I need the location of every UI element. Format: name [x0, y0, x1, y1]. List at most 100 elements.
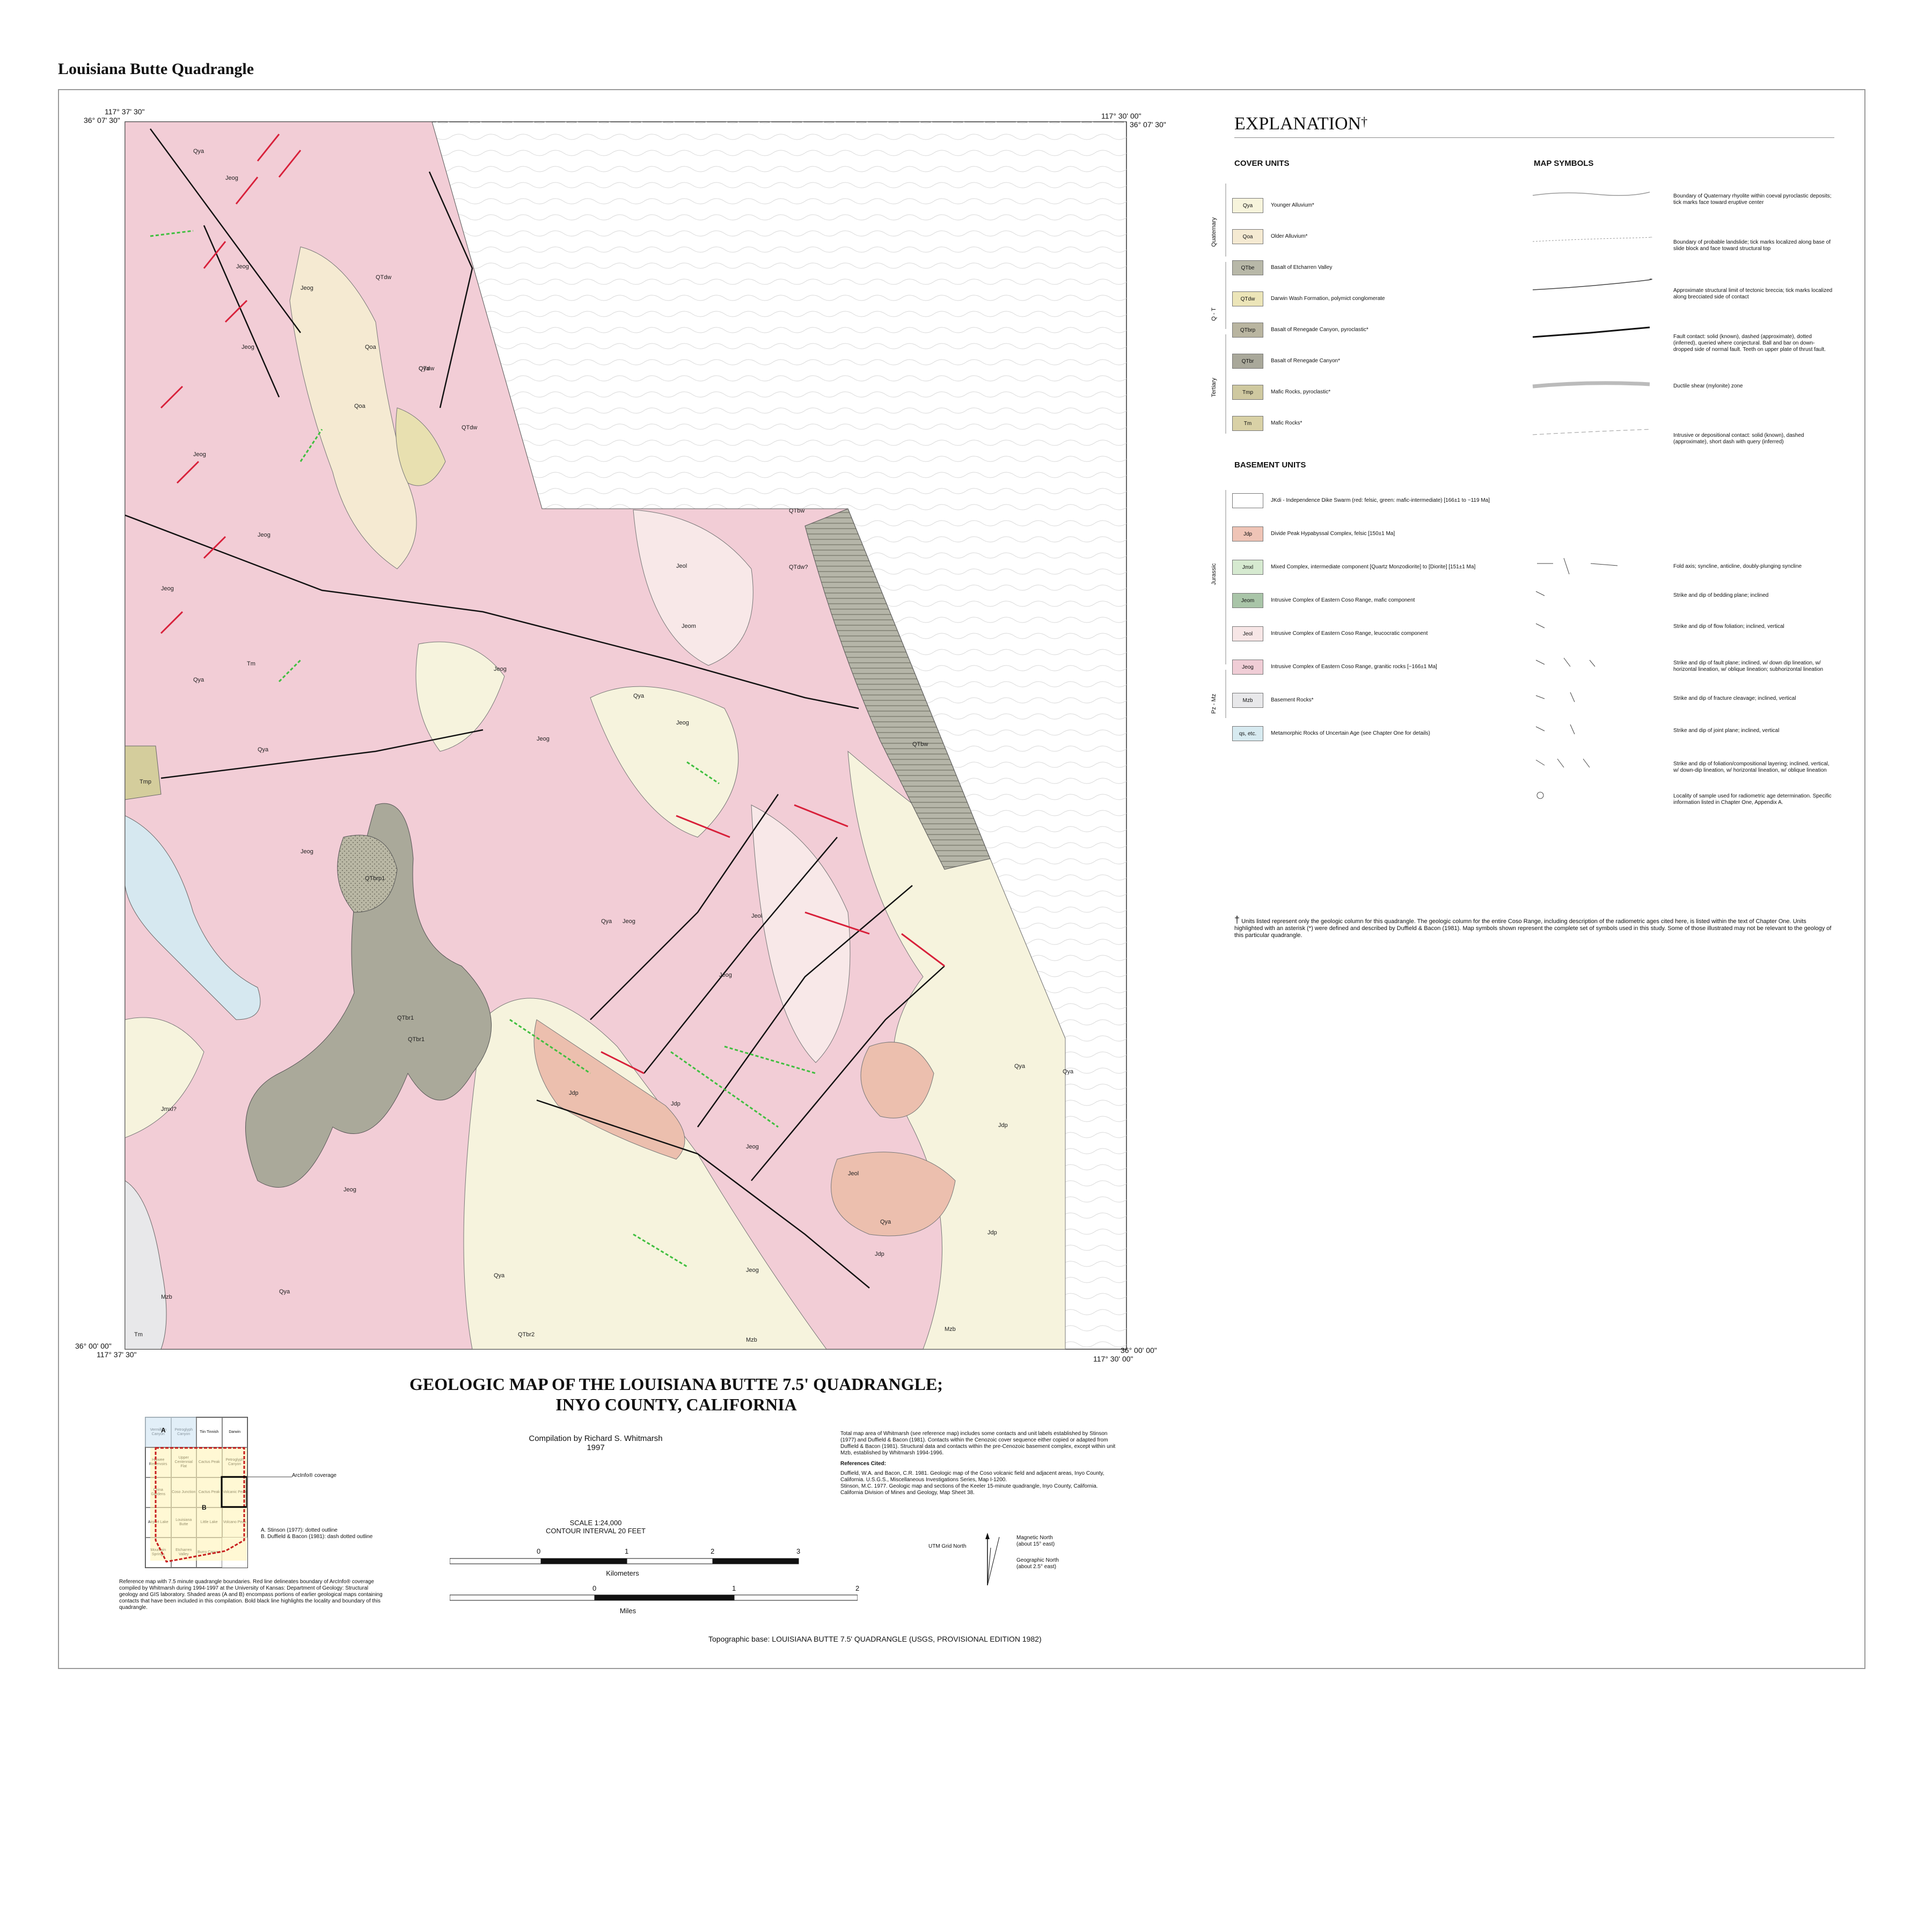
map-unit-label: Mzb: [945, 1326, 956, 1333]
basement-unit-swatch: Jdp: [1232, 526, 1263, 541]
magnetic-north-label: Magnetic North (about 15° east): [1016, 1535, 1055, 1548]
mi-tick-2: 2: [855, 1584, 860, 1592]
cover-unit-swatch: Qya: [1232, 198, 1263, 213]
basement-unit-swatch: Jeom: [1232, 593, 1263, 608]
basement-unit-row: Jeol Intrusive Complex of Eastern Coso Ra…: [1232, 617, 1522, 650]
basement-unit-description: Mixed Complex, intermediate component [Q…: [1271, 564, 1476, 570]
map-unit-label: Jeog: [343, 1187, 356, 1193]
basement-unit-row: Mzb Basement Rocks*: [1232, 684, 1522, 717]
map-unit-label: Qya: [193, 677, 204, 683]
map-title-line1: GEOLOGIC MAP OF THE LOUISIANA BUTTE 7.5'…: [409, 1374, 943, 1394]
scale-ratio: SCALE 1:24,000: [569, 1519, 622, 1527]
references-header: References Cited:: [840, 1461, 887, 1467]
basement-unit-swatch: Jmxl: [1232, 560, 1263, 575]
map-unit-label: Jeog: [494, 666, 507, 672]
basement-unit-description: Basement Rocks*: [1271, 697, 1314, 703]
coord-top-left-lat: 36° 07' 30": [84, 116, 120, 125]
map-unit-label: Tmp: [140, 779, 151, 785]
ref-label-a: A: [161, 1426, 166, 1434]
compilation-block: Compilation by Richard S. Whitmarsh 1997: [515, 1434, 676, 1452]
cover-units-header: COVER UNITS: [1234, 159, 1290, 168]
map-symbol-description: Intrusive or depositional contact: solid…: [1673, 433, 1804, 445]
map-symbol-description: Approximate structural limit of tectonic…: [1673, 288, 1833, 300]
cover-unit-description: Mafic Rocks, pyroclastic*: [1271, 389, 1331, 395]
basement-unit-row: Jmxl Mixed Complex, intermediate componen…: [1232, 551, 1522, 584]
mi-label: Miles: [619, 1607, 636, 1615]
contour-interval: CONTOUR INTERVAL 20 FEET: [546, 1527, 646, 1535]
arcinfo-coverage-label: ArcInfo® coverage: [292, 1473, 336, 1479]
map-unit-label: Jeog: [623, 918, 635, 925]
topographic-base-note: Topographic base: LOUISIANA BUTTE 7.5' Q…: [708, 1635, 1042, 1643]
basement-unit-description: Divide Peak Hypabyssal Complex, felsic […: [1271, 531, 1395, 537]
basement-unit-row: Jdp Divide Peak Hypabyssal Complex, felsi…: [1232, 517, 1522, 551]
map-symbol-description: Strike and dip of fracture cleavage; inc…: [1673, 696, 1796, 701]
cover-units-list: Qya Younger Alluvium* Qoa Older Alluvium* QT…: [1232, 190, 1522, 439]
reference-map-overlay: [145, 1417, 247, 1563]
title-block: GEOLOGIC MAP OF THE LOUISIANA BUTTE 7.5'…: [301, 1374, 1052, 1415]
map-unit-label: Jeog: [236, 264, 249, 270]
basement-unit-swatch: Jeol: [1232, 626, 1263, 641]
map-symbols-header: MAP SYMBOLS: [1534, 159, 1594, 168]
basement-unit-row: qs, etc. Metamorphic Rocks of Uncertain A…: [1232, 717, 1522, 750]
map-unit-label: Jeog: [746, 1144, 759, 1150]
map-unit-label: Qoa: [354, 403, 366, 409]
map-unit-label: Jeog: [301, 285, 313, 291]
km-tick-0: 0: [537, 1547, 541, 1555]
map-unit-label: Jeog: [746, 1267, 759, 1274]
map-unit-label: QTdw: [462, 425, 477, 431]
map-unit-label: QTbrp1: [365, 875, 385, 882]
map-unit-label: QTbw: [912, 741, 928, 748]
coord-bottom-left-lat: 36° 00' 00": [75, 1342, 112, 1350]
cover-unit-description: Darwin Wash Formation, polymict conglome…: [1271, 296, 1385, 302]
explanation-title: EXPLANATION: [1234, 114, 1362, 134]
basement-unit-description: Intrusive Complex of Eastern Coso Range,…: [1271, 664, 1437, 670]
map-unit-label: Jdp: [875, 1251, 884, 1257]
cover-unit-swatch: Qoa: [1232, 229, 1263, 244]
map-unit-label: Jeol: [848, 1170, 859, 1177]
map-unit-label: QTbr1: [397, 1015, 414, 1021]
cover-unit-swatch: QTbrp: [1232, 323, 1263, 338]
compilation-notes: Total map area of Whitmarsh (see referen…: [840, 1431, 1119, 1496]
map-unit-label: Jdp: [569, 1090, 579, 1096]
age-pz-mz: Pz - Mz: [1211, 693, 1217, 714]
map-unit-label: Mzb: [161, 1294, 172, 1300]
map-unit-label: Jdp: [998, 1122, 1008, 1129]
compilation-year: 1997: [587, 1443, 605, 1452]
coord-top-left-lon: 117° 37' 30": [105, 107, 145, 116]
basement-unit-description: Intrusive Complex of Eastern Coso Range,…: [1271, 597, 1415, 603]
cover-unit-row: QTdw Darwin Wash Formation, polymict cong…: [1232, 283, 1522, 314]
map-unit-label: Qoa: [365, 344, 377, 350]
ref-legend-a: A. Stinson (1977): dotted outline: [261, 1527, 338, 1533]
unit-tm[interactable]: [125, 745, 162, 800]
cover-unit-row: QTbrp Basalt of Renegade Canyon, pyroclas…: [1232, 314, 1522, 346]
map-unit-label: QTdw?: [789, 564, 808, 570]
ref-legend-b: B. Duffield & Bacon (1981): dash dotted …: [261, 1534, 373, 1540]
cover-unit-row: Tm Mafic Rocks*: [1232, 408, 1522, 439]
age-tertiary: Tertiary: [1211, 377, 1217, 397]
reference-1: Duffield, W.A. and Bacon, C.R. 1981. Geo…: [840, 1470, 1104, 1483]
age-quaternary: Quaternary: [1211, 217, 1217, 247]
map-symbol-description: Strike and dip of flow foliation; inclin…: [1673, 624, 1784, 630]
map-symbol-glyphs: [1532, 192, 1652, 799]
coord-top-right-lon: 117° 30' 00": [1101, 112, 1141, 120]
utm-grid-north: UTM Grid North: [928, 1543, 967, 1549]
map-unit-label: Jeog: [193, 451, 206, 458]
map-unit-label: Qya: [279, 1289, 290, 1295]
map-symbol-description: Fault contact: solid (known), dashed (ap…: [1673, 334, 1826, 353]
basement-units-header: BASEMENT UNITS: [1234, 460, 1306, 470]
map-unit-label: Jeol: [676, 563, 687, 569]
map-unit-label: Jeol: [751, 913, 762, 919]
basement-unit-swatch: qs, etc.: [1232, 726, 1263, 741]
map-unit-label: Jeog: [225, 175, 238, 181]
magnetic-north-note: (about 15° east): [1016, 1541, 1055, 1547]
map-unit-label: QTbr1: [408, 1036, 425, 1043]
geographic-north: Geographic North: [1016, 1557, 1059, 1563]
basement-unit-swatch: [1232, 493, 1263, 508]
map-unit-label: Qya: [258, 747, 269, 753]
km-tick-3: 3: [796, 1547, 801, 1555]
cover-unit-description: Mafic Rocks*: [1271, 420, 1302, 426]
cover-unit-description: Basalt of Renegade Canyon, pyroclastic*: [1271, 327, 1368, 333]
cover-unit-swatch: Tmp: [1232, 385, 1263, 400]
age-qt: Q - T: [1211, 308, 1217, 321]
basement-unit-row: Jeom Intrusive Complex of Eastern Coso Ra…: [1232, 584, 1522, 617]
